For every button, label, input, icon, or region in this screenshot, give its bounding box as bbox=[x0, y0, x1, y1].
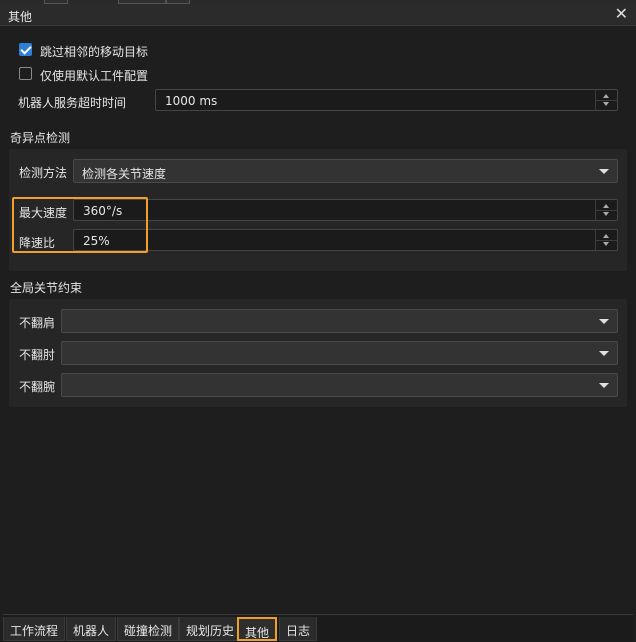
spin-arrows-icon[interactable] bbox=[595, 230, 618, 250]
panel-title: 其他 bbox=[8, 10, 33, 24]
wrist-dropdown[interactable] bbox=[61, 373, 618, 397]
spin-arrows-icon[interactable] bbox=[595, 200, 618, 220]
timeout-spinbox[interactable]: 1000 ms bbox=[155, 89, 618, 111]
max-speed-label: 最大速度 bbox=[19, 206, 68, 220]
ratio-label: 降速比 bbox=[19, 236, 56, 250]
spin-down-icon[interactable] bbox=[603, 102, 609, 106]
tab-other[interactable]: 其他 bbox=[237, 617, 278, 641]
max-speed-value: 360°/s bbox=[83, 204, 123, 218]
spin-up-icon[interactable] bbox=[603, 94, 609, 98]
panel-titlebar: 其他 ✕ bbox=[0, 4, 636, 26]
chevron-down-icon[interactable] bbox=[599, 169, 609, 174]
spin-up-icon[interactable] bbox=[603, 234, 609, 238]
skip-adjacent-label: 跳过相邻的移动目标 bbox=[40, 45, 149, 59]
elbow-dropdown[interactable] bbox=[61, 341, 618, 365]
joint-group: 不翻肩 不翻肘 不翻腕 bbox=[9, 299, 627, 407]
wrist-label: 不翻腕 bbox=[19, 380, 56, 394]
tab-log[interactable]: 日志 bbox=[279, 617, 318, 641]
ratio-spinbox[interactable]: 25% bbox=[73, 229, 618, 251]
tab-robot[interactable]: 机器人 bbox=[66, 617, 117, 641]
shoulder-label: 不翻肩 bbox=[19, 316, 56, 330]
timeout-value: 1000 ms bbox=[165, 94, 218, 108]
spin-arrows-icon[interactable] bbox=[595, 90, 618, 110]
close-icon[interactable]: ✕ bbox=[615, 5, 628, 23]
chevron-down-icon[interactable] bbox=[599, 383, 609, 388]
spin-down-icon[interactable] bbox=[603, 212, 609, 216]
tab-planning-history[interactable]: 规划历史 bbox=[179, 617, 242, 641]
spin-down-icon[interactable] bbox=[603, 242, 609, 246]
method-value: 检测各关节速度 bbox=[82, 167, 167, 181]
ratio-value: 25% bbox=[83, 234, 110, 248]
tab-workflow[interactable]: 工作流程 bbox=[3, 617, 66, 641]
tab-collision[interactable]: 碰撞检测 bbox=[117, 617, 180, 641]
timeout-label: 机器人服务超时时间 bbox=[18, 96, 127, 110]
singularity-section-title: 奇异点检测 bbox=[10, 131, 71, 145]
default-config-label: 仅使用默认工件配置 bbox=[40, 69, 149, 83]
elbow-label: 不翻肘 bbox=[19, 348, 56, 362]
method-label: 检测方法 bbox=[19, 166, 68, 180]
chevron-down-icon[interactable] bbox=[599, 351, 609, 356]
shoulder-dropdown[interactable] bbox=[61, 309, 618, 333]
max-speed-spinbox[interactable]: 360°/s bbox=[73, 199, 618, 221]
singularity-group: 检测方法 检测各关节速度 最大速度 360°/s 降速比 25% bbox=[9, 149, 627, 271]
settings-panel: 跳过相邻的移动目标 仅使用默认工件配置 机器人服务超时时间 1000 ms 奇异… bbox=[3, 27, 633, 614]
bottom-tab-bar: 工作流程 机器人 碰撞检测 规划历史 其他 日志 bbox=[3, 614, 633, 642]
skip-adjacent-checkbox[interactable] bbox=[19, 43, 32, 56]
default-config-checkbox[interactable] bbox=[19, 67, 32, 80]
method-dropdown[interactable]: 检测各关节速度 bbox=[73, 159, 618, 183]
joint-section-title: 全局关节约束 bbox=[10, 281, 83, 295]
spin-up-icon[interactable] bbox=[603, 204, 609, 208]
chevron-down-icon[interactable] bbox=[599, 319, 609, 324]
